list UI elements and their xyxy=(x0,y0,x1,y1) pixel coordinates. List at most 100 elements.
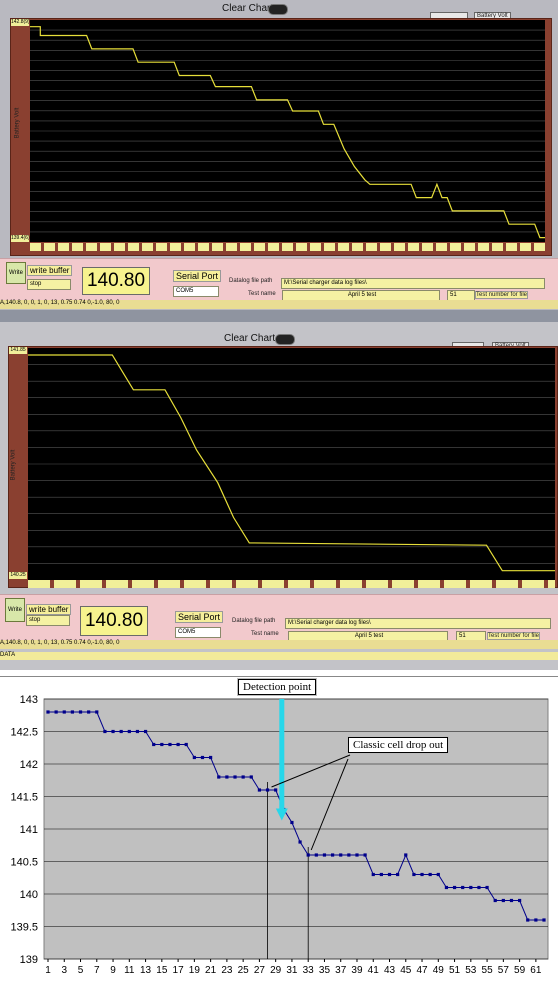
x-tick-label: 43 xyxy=(384,965,396,976)
x-tick-label: 13 xyxy=(140,965,152,976)
serial-port-label: Serial Port xyxy=(175,611,224,623)
data-point xyxy=(452,885,457,890)
x-tick-label: 33 xyxy=(303,965,315,976)
data-point xyxy=(330,853,335,857)
data-point xyxy=(87,710,91,714)
data-point xyxy=(274,788,278,792)
data-point xyxy=(135,729,140,734)
data-point xyxy=(265,788,270,792)
y-tick-label: 142 xyxy=(20,759,38,771)
data-point xyxy=(233,775,237,779)
data-point xyxy=(412,872,416,877)
y-axis-max-field[interactable]: 142.8(9) xyxy=(11,19,30,26)
data-point xyxy=(78,710,83,714)
data-point xyxy=(257,788,262,792)
status-data-line: DATA xyxy=(0,652,558,660)
x-tick-label: 55 xyxy=(482,965,494,976)
x-tick-label: 19 xyxy=(189,965,201,976)
y-axis-min-field[interactable]: 140.25 xyxy=(9,572,27,579)
clear-chart-label: Clear Chart xyxy=(222,3,274,14)
write-buffer-label: write buffer xyxy=(27,265,73,276)
write-buffer-label: write buffer xyxy=(26,604,72,615)
y-axis-min-field[interactable]: 139.4(6) xyxy=(11,235,30,242)
data-point xyxy=(428,872,432,877)
y-tick-label: 141.5 xyxy=(10,792,38,804)
data-point xyxy=(355,853,359,857)
data-point xyxy=(469,885,473,890)
x-axis-tick-strip xyxy=(28,580,555,588)
data-point xyxy=(485,885,489,890)
data-point xyxy=(209,755,213,760)
strip-chart-plot xyxy=(28,348,555,580)
x-axis-tick-strip xyxy=(30,243,545,251)
data-point xyxy=(518,898,522,903)
x-tick-label: 17 xyxy=(173,965,185,976)
write-button[interactable]: Write xyxy=(5,598,25,622)
data-point xyxy=(436,872,440,877)
detection-arrow-shaft xyxy=(279,699,285,811)
datalog-path-field[interactable]: M:\Serial charger data log files\ xyxy=(285,618,551,629)
clear-chart-toggle[interactable] xyxy=(275,334,295,345)
toolbar-strip xyxy=(0,310,558,322)
strip-chart-plot xyxy=(30,20,545,242)
x-tick-label: 39 xyxy=(351,965,363,976)
x-tick-label: 37 xyxy=(335,965,347,976)
data-point xyxy=(371,872,375,877)
x-tick-label: 25 xyxy=(238,965,250,976)
x-tick-label: 59 xyxy=(514,965,526,976)
test-name-label: Test name xyxy=(251,631,279,637)
data-point xyxy=(339,853,343,857)
data-point xyxy=(387,872,392,877)
data-point xyxy=(168,742,172,747)
data-point xyxy=(396,872,400,877)
data-point xyxy=(534,918,538,922)
data-point xyxy=(200,755,205,760)
data-point xyxy=(111,729,115,734)
data-point xyxy=(477,885,481,890)
write-buffer-field[interactable]: stop xyxy=(27,279,71,290)
data-point xyxy=(184,742,188,747)
y-tick-label: 142.5 xyxy=(10,727,38,739)
data-point xyxy=(379,872,383,877)
strip-chart-svg xyxy=(30,26,545,239)
x-tick-label: 47 xyxy=(416,965,428,976)
y-tick-label: 140.5 xyxy=(10,857,38,869)
x-tick-label: 11 xyxy=(124,965,135,976)
x-tick-label: 49 xyxy=(433,965,445,976)
write-buffer-field[interactable]: stop xyxy=(26,615,70,626)
data-point xyxy=(509,898,514,903)
data-point xyxy=(306,853,310,857)
datalog-path-field[interactable]: M:\Serial charger data log files\ xyxy=(281,278,545,289)
clear-chart-toggle[interactable] xyxy=(268,4,288,15)
battery-volt-trace xyxy=(28,354,555,572)
data-point xyxy=(127,729,131,734)
strip-chart-svg xyxy=(28,354,555,572)
data-point xyxy=(119,729,123,734)
status-string: A,140.8, 0, 0, 1, 0, 13, 0.75 0.74 0,-1.… xyxy=(0,640,558,649)
data-point xyxy=(542,918,546,922)
y-axis-label: Battery Volt xyxy=(14,107,21,139)
data-point xyxy=(314,853,318,857)
x-tick-label: 57 xyxy=(498,965,510,976)
datalog-path-label: Datalog file path xyxy=(232,618,276,624)
data-point xyxy=(192,755,196,760)
write-button[interactable]: Write xyxy=(6,262,26,284)
com-port-select[interactable]: COM5 xyxy=(175,627,221,638)
data-point xyxy=(225,775,229,779)
data-point xyxy=(95,710,99,714)
x-tick-label: 3 xyxy=(61,965,67,976)
x-tick-label: 35 xyxy=(319,965,331,976)
excel-chart-svg: 139139.5140140.5141141.5142142.51431 3 5 7 9… xyxy=(10,694,549,976)
data-point xyxy=(322,853,327,857)
data-point xyxy=(363,853,367,857)
x-tick-label: 61 xyxy=(530,965,542,976)
data-point xyxy=(526,918,530,922)
y-tick-label: 139 xyxy=(20,954,38,966)
labview-front-panel-2: Clear Chart Battery Volt 141.85 140.25 B… xyxy=(0,322,558,670)
test-number-label: Test number for file xyxy=(475,291,529,299)
com-port-select[interactable]: COM5 xyxy=(173,286,219,297)
x-tick-label: 51 xyxy=(449,965,461,976)
data-point xyxy=(143,729,148,734)
y-axis-max-field[interactable]: 141.85 xyxy=(9,347,27,354)
data-point xyxy=(217,775,221,779)
